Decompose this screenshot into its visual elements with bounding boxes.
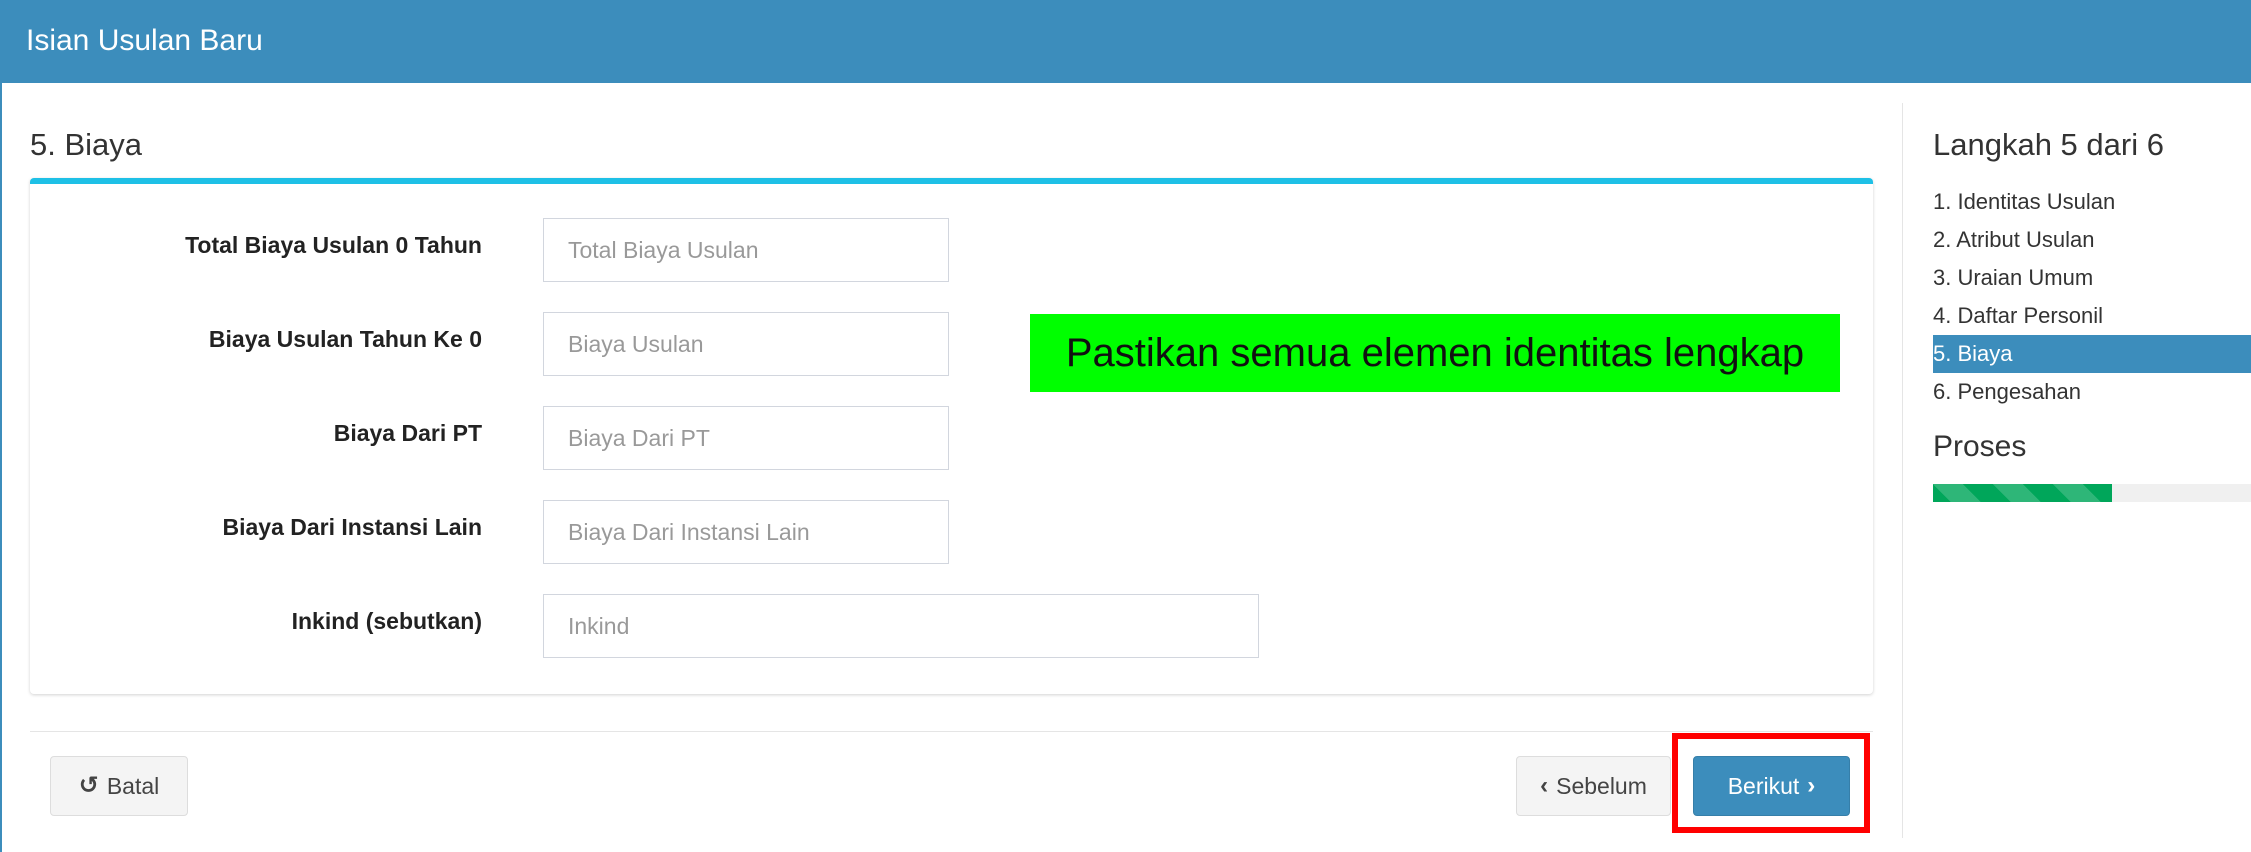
previous-button-label: Sebelum (1556, 772, 1647, 799)
chevron-left-icon: ‹ (1540, 772, 1549, 799)
biaya-form: Total Biaya Usulan 0 Tahun Biaya Usulan … (30, 178, 1873, 694)
annotation-note: Pastikan semua elemen identitas lengkap (1030, 314, 1840, 392)
step-item-uraian-umum: 3. Uraian Umum (1933, 265, 2094, 290)
biaya-instansi-lain-label: Biaya Dari Instansi Lain (222, 514, 482, 540)
step-item-atribut-usulan: 2. Atribut Usulan (1933, 227, 2095, 252)
step-list: 1. Identitas Usulan 2. Atribut Usulan 3.… (1933, 183, 2251, 411)
biaya-usulan-tahun-input[interactable] (543, 312, 949, 376)
total-biaya-input[interactable] (543, 218, 949, 282)
cancel-button[interactable]: ↺ Batal (50, 756, 188, 816)
next-button-highlight (1672, 733, 1870, 833)
section-title: 5. Biaya (30, 127, 143, 162)
footer-divider (30, 731, 1873, 732)
biaya-dari-pt-label: Biaya Dari PT (333, 420, 482, 446)
total-biaya-label: Total Biaya Usulan 0 Tahun (185, 232, 482, 258)
progress-track (1933, 484, 2251, 502)
step-item-identitas-usulan: 1. Identitas Usulan (1933, 189, 2116, 214)
progress-bar (1933, 484, 2113, 502)
progress-label: Proses (1933, 430, 2027, 463)
panel-header: Isian Usulan Baru (2, 0, 2251, 83)
panel-title: Isian Usulan Baru (26, 24, 263, 57)
step-heading: Langkah 5 dari 6 (1933, 127, 2164, 162)
step-item-pengesahan: 6. Pengesahan (1933, 379, 2082, 404)
biaya-dari-pt-input[interactable] (543, 406, 949, 470)
undo-icon: ↺ (78, 772, 99, 799)
biaya-instansi-lain-input[interactable] (543, 500, 949, 564)
sidebar-divider (1902, 103, 1903, 838)
inkind-input[interactable] (543, 594, 1259, 658)
biaya-usulan-tahun-label: Biaya Usulan Tahun Ke 0 (208, 326, 482, 352)
step-item-daftar-personil: 4. Daftar Personil (1933, 303, 2103, 328)
previous-button[interactable]: ‹ Sebelum (1516, 756, 1671, 816)
inkind-label: Inkind (sebutkan) (291, 608, 482, 634)
isian-usulan-panel: Isian Usulan Baru 5. Biaya Total Biaya U… (0, 0, 2251, 852)
cancel-button-label: Batal (106, 772, 160, 799)
step-item-biaya: 5. Biaya (1933, 335, 2251, 373)
